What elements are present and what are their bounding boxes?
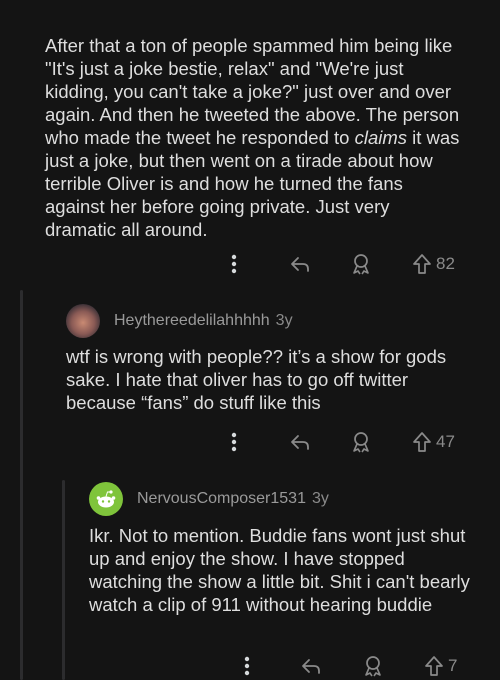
comment-1-actions: 82 bbox=[0, 250, 500, 278]
upvote-icon bbox=[424, 655, 444, 677]
award-icon[interactable] bbox=[348, 250, 374, 278]
upvote-button[interactable]: 47 bbox=[412, 428, 472, 456]
reply-icon[interactable] bbox=[298, 652, 324, 680]
snoo-icon bbox=[96, 490, 116, 508]
thread-line-1 bbox=[20, 290, 23, 680]
comment-1-body: After that a ton of people spammed him b… bbox=[45, 35, 460, 240]
emphasis-claims: claims bbox=[354, 127, 407, 148]
comment-3-body: Ikr. Not to mention. Buddie fans wont ju… bbox=[89, 525, 470, 615]
comment-2-actions: 47 bbox=[0, 428, 500, 456]
reply-icon[interactable] bbox=[287, 428, 313, 456]
upvote-count: 7 bbox=[448, 656, 458, 675]
upvote-count: 47 bbox=[436, 432, 455, 451]
avatar[interactable] bbox=[66, 304, 100, 338]
upvote-button[interactable]: 7 bbox=[424, 652, 484, 680]
thread-line-2 bbox=[62, 480, 65, 680]
more-options-icon[interactable] bbox=[226, 250, 242, 278]
comment-2-header: Heythereedelilahhhhh 3y bbox=[66, 304, 293, 338]
award-icon[interactable] bbox=[360, 652, 386, 680]
more-options-icon[interactable] bbox=[239, 652, 255, 680]
comment-author[interactable]: NervousComposer1531 bbox=[137, 490, 306, 508]
comment-3-header: NervousComposer1531 3y bbox=[89, 482, 329, 516]
reply-icon[interactable] bbox=[287, 250, 313, 278]
comment-age: 3y bbox=[311, 490, 329, 507]
upvote-icon bbox=[412, 253, 432, 275]
upvote-icon bbox=[412, 431, 432, 453]
comment-author[interactable]: Heythereedelilahhhhh bbox=[114, 312, 270, 330]
upvote-button[interactable]: 82 bbox=[412, 250, 472, 278]
comment-age: 3y bbox=[275, 312, 293, 329]
avatar[interactable] bbox=[89, 482, 123, 516]
award-icon[interactable] bbox=[348, 428, 374, 456]
more-options-icon[interactable] bbox=[226, 428, 242, 456]
comment-2-body: wtf is wrong with people?? it’s a show f… bbox=[66, 346, 447, 413]
upvote-count: 82 bbox=[436, 254, 455, 273]
comment-3-actions: 7 bbox=[0, 652, 500, 680]
